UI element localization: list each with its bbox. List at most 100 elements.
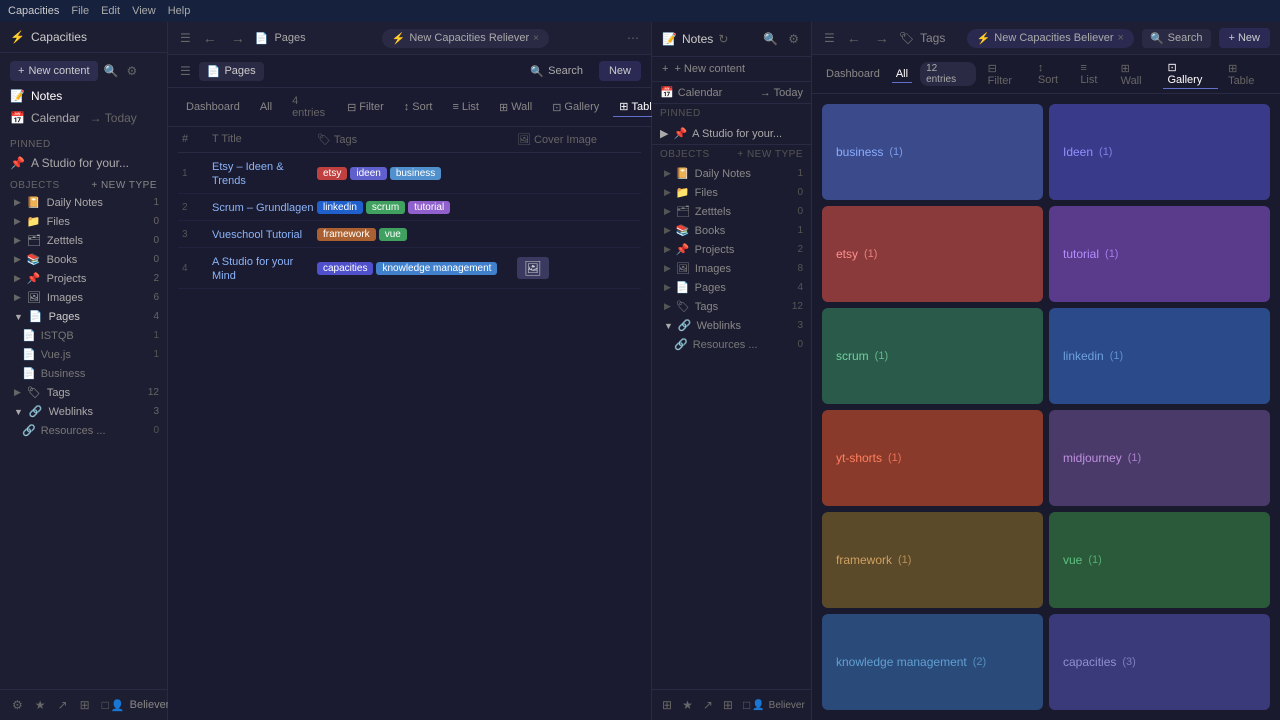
search-button[interactable]: 🔍 Search — [522, 62, 591, 81]
notes-obj-zetttels[interactable]: ▶ 🗂 Zetttels 0 — [652, 202, 811, 221]
page-link-4[interactable]: A Studio for your Mind — [212, 256, 293, 282]
tags-forward-button[interactable]: → — [871, 28, 893, 48]
notes-foot-icon5[interactable]: □ — [741, 696, 752, 714]
notes-foot-icon4[interactable]: ⊞ — [721, 696, 735, 714]
tags-gallery-option[interactable]: ⊡ Gallery — [1163, 59, 1218, 89]
sidebar-obj-dailynotes[interactable]: ▶ 📔 Daily Notes 1 — [0, 193, 167, 212]
gallery-option[interactable]: ⊡ Gallery — [546, 98, 605, 117]
sidebar-obj-projects[interactable]: ▶ 📌 Projects 2 — [0, 269, 167, 288]
tags-filter-option[interactable]: ⊟ Filter — [984, 60, 1028, 89]
tags-wall-option[interactable]: ⊞ Wall — [1117, 60, 1158, 89]
forward-button[interactable]: → — [227, 28, 249, 48]
calendar-item[interactable]: 📅 Calendar — [660, 86, 722, 99]
sidebar-subitem-business[interactable]: 📄 Business — [0, 364, 167, 383]
menu-icon[interactable]: ☰ — [178, 29, 193, 47]
sidebar-subitem-vuejs[interactable]: 📄 Vue.js 1 — [0, 345, 167, 364]
notes-obj-dailynotes[interactable]: ▶ 📔 Daily Notes 1 — [652, 164, 811, 183]
tags-list-option[interactable]: ≡ List — [1076, 60, 1110, 88]
tag-card-midjourney[interactable]: midjourney (1) — [1049, 410, 1270, 506]
list-option[interactable]: ≡ List — [446, 98, 485, 116]
tag-scrum[interactable]: scrum — [366, 201, 405, 214]
active-tab-pill[interactable]: ⚡ New Capacities Reliever × — [382, 29, 549, 48]
settings-icon[interactable]: ⚙ — [10, 696, 25, 714]
tag-card-framework[interactable]: framework (1) — [822, 512, 1043, 608]
tag-card-vue[interactable]: vue (1) — [1049, 512, 1270, 608]
tag-tutorial[interactable]: tutorial — [408, 201, 450, 214]
tags-active-tab[interactable]: ⚡ New Capacities Believer × — [967, 29, 1134, 48]
tab-dashboard[interactable]: Dashboard — [178, 98, 248, 116]
notes-foot-icon1[interactable]: ⊞ — [660, 696, 674, 714]
notes-new-content[interactable]: + + New content — [652, 57, 811, 82]
menu-edit[interactable]: Edit — [101, 5, 120, 17]
tag-etsy[interactable]: etsy — [317, 167, 347, 180]
sidebar-obj-pages[interactable]: ▼ 📄 Pages 4 — [0, 307, 167, 326]
tag-card-km[interactable]: knowledge management (2) — [822, 614, 1043, 710]
notes-pinned-item[interactable]: ▶ 📌 A Studio for your... — [652, 123, 811, 145]
grid-icon[interactable]: ⊞ — [78, 696, 92, 714]
tag-card-tutorial[interactable]: tutorial (1) — [1049, 206, 1270, 302]
tags-tab-dashboard[interactable]: Dashboard — [822, 66, 884, 82]
tags-sort-option[interactable]: ↕ Sort — [1034, 60, 1070, 88]
menu-file[interactable]: File — [71, 5, 89, 17]
sidebar-item-notes[interactable]: 📝 Notes — [0, 85, 167, 107]
menu-view[interactable]: View — [132, 5, 156, 17]
table-row[interactable]: 1 Etsy – Ideen & Trends etsy ideen busin… — [178, 153, 641, 194]
new-type-label[interactable]: + New type — [91, 180, 157, 191]
search-icon[interactable]: 🔍 — [102, 62, 121, 80]
tags-back-button[interactable]: ← — [843, 28, 865, 48]
list-view-icon[interactable]: ☰ — [178, 62, 193, 80]
pinned-item[interactable]: 📌 A Studio for your... — [0, 152, 167, 174]
notes-options-icon[interactable]: ⚙ — [786, 30, 801, 48]
window-icon[interactable]: □ — [100, 696, 111, 714]
tag-framework[interactable]: framework — [317, 228, 376, 241]
tags-new-button[interactable]: + New — [1219, 28, 1271, 48]
tag-business[interactable]: business — [390, 167, 441, 180]
notes-obj-images[interactable]: ▶ 🖼 Images 8 — [652, 259, 811, 278]
options-icon[interactable]: ⚙ — [125, 62, 140, 80]
sidebar-obj-files[interactable]: ▶ 📁 Files 0 — [0, 212, 167, 231]
sidebar-obj-weblinks[interactable]: ▼ 🔗 Weblinks 3 — [0, 402, 167, 421]
notes-obj-files[interactable]: ▶ 📁 Files 0 — [652, 183, 811, 202]
tag-km[interactable]: knowledge management — [376, 262, 497, 275]
sidebar-obj-zetttels[interactable]: ▶ 🗂 Zetttels 0 — [0, 231, 167, 250]
tag-card-etsy[interactable]: etsy (1) — [822, 206, 1043, 302]
sort-option[interactable]: ↕ Sort — [398, 98, 439, 116]
tab-all[interactable]: All — [252, 98, 280, 116]
tags-table-option[interactable]: ⊞ Table — [1224, 60, 1270, 89]
tags-tab-all[interactable]: All — [892, 66, 912, 83]
notes-foot-icon3[interactable]: ↗ — [701, 696, 715, 714]
table-row[interactable]: 4 A Studio for your Mind capacities know… — [178, 248, 641, 289]
export-icon[interactable]: ↗ — [56, 696, 70, 714]
notes-obj-tags[interactable]: ▶ 🏷 Tags 12 — [652, 297, 811, 316]
page-link-1[interactable]: Etsy – Ideen & Trends — [212, 161, 284, 187]
sidebar-item-calendar[interactable]: 📅 Calendar → Today — [0, 107, 167, 129]
tag-linkedin[interactable]: linkedin — [317, 201, 363, 214]
notes-obj-weblinks[interactable]: ▼ 🔗 Weblinks 3 — [652, 316, 811, 335]
notes-foot-icon2[interactable]: ★ — [680, 696, 695, 714]
tag-card-capacities[interactable]: capacities (3) — [1049, 614, 1270, 710]
new-content-button[interactable]: + New content — [10, 61, 98, 81]
tag-card-business[interactable]: business (1) — [822, 104, 1043, 200]
sidebar-obj-tags[interactable]: ▶ 🏷 Tags 12 — [0, 383, 167, 402]
notes-subitem-resources[interactable]: 🔗 Resources ... 0 — [652, 335, 811, 354]
sidebar-obj-books[interactable]: ▶ 📚 Books 0 — [0, 250, 167, 269]
tag-card-ytshorts[interactable]: yt-shorts (1) — [822, 410, 1043, 506]
tag-card-linkedin[interactable]: linkedin (1) — [1049, 308, 1270, 404]
tag-ideen[interactable]: ideen — [350, 167, 386, 180]
star-icon[interactable]: ★ — [33, 696, 48, 714]
menu-help[interactable]: Help — [168, 5, 191, 17]
tag-card-ideen[interactable]: Ideen (1) — [1049, 104, 1270, 200]
sidebar-subitem-istqb[interactable]: 📄 ISTQB 1 — [0, 326, 167, 345]
back-button[interactable]: ← — [199, 28, 221, 48]
sidebar-subitem-resources[interactable]: 🔗 Resources ... 0 — [0, 421, 167, 440]
notes-obj-projects[interactable]: ▶ 📌 Projects 2 — [652, 240, 811, 259]
pages-button[interactable]: 📄 Pages — [199, 62, 264, 81]
refresh-icon[interactable]: ↻ — [718, 32, 728, 46]
tags-search-button[interactable]: 🔍 Search — [1142, 29, 1211, 48]
notes-obj-books[interactable]: ▶ 📚 Books 1 — [652, 221, 811, 240]
wall-option[interactable]: ⊞ Wall — [493, 98, 538, 117]
sidebar-obj-images[interactable]: ▶ 🖼 Images 6 — [0, 288, 167, 307]
tags-tab-close[interactable]: × — [1118, 32, 1124, 44]
notes-obj-pages[interactable]: ▶ 📄 Pages 4 — [652, 278, 811, 297]
filter-option[interactable]: ⊟ Filter — [341, 98, 390, 117]
